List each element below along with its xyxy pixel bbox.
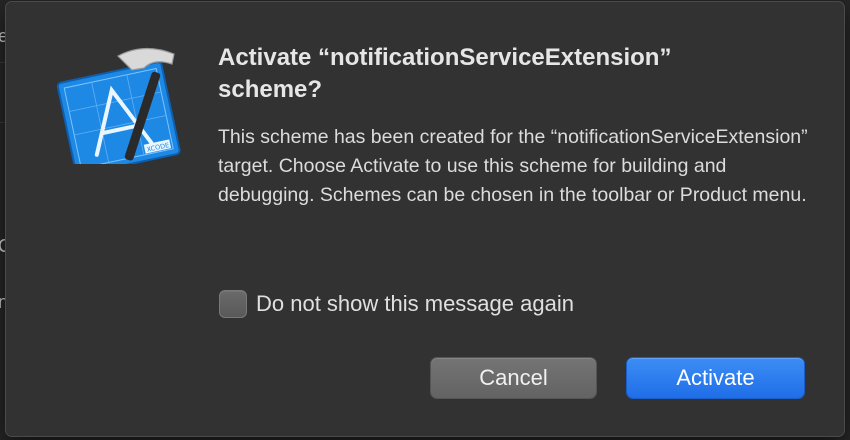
activate-button[interactable]: Activate <box>627 358 804 398</box>
suppress-message-checkbox[interactable] <box>219 290 247 318</box>
dialog-title: Activate “notificationServiceExtension” … <box>218 44 672 103</box>
suppress-message-option[interactable]: Do not show this message again <box>219 289 574 319</box>
dialog-message: This scheme has been created for the “no… <box>218 126 808 206</box>
cancel-button[interactable]: Cancel <box>431 358 596 398</box>
xcode-app-icon: XCODE <box>56 47 181 164</box>
activate-scheme-dialog: XCODE Activate “notificationServiceExten… <box>6 2 844 436</box>
suppress-message-label[interactable]: Do not show this message again <box>256 291 574 317</box>
